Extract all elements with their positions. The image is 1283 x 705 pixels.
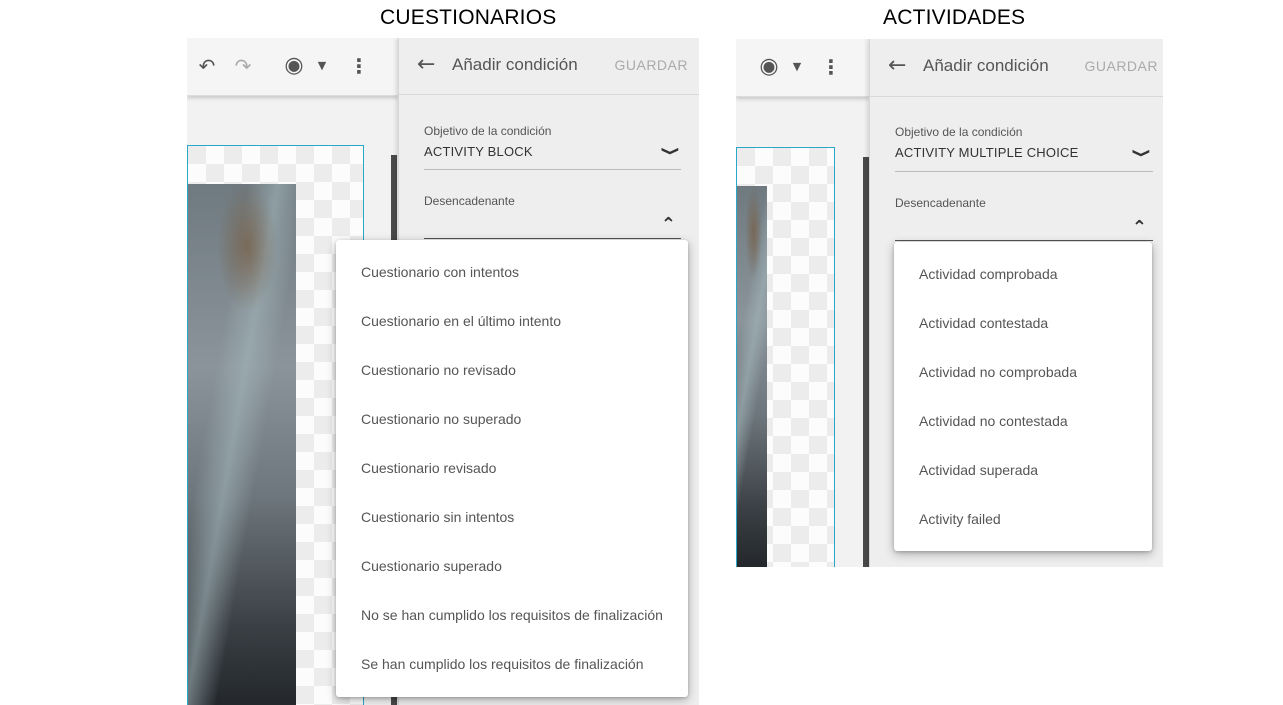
dropdown-option[interactable]: Actividad contestada — [919, 315, 1048, 331]
eye-icon[interactable]: ◉ — [756, 53, 782, 81]
section-heading-cuestionarios: CUESTIONARIOS — [380, 6, 557, 29]
dropdown-option[interactable]: Actividad no comprobada — [919, 364, 1077, 380]
undo-icon[interactable]: ↶ — [195, 52, 219, 80]
target-field-label: Objetivo de la condición — [895, 125, 1023, 139]
eye-icon[interactable]: ◉ — [281, 52, 307, 80]
dropdown-option[interactable]: Cuestionario revisado — [361, 460, 496, 476]
chevron-down-icon[interactable]: ▼ — [315, 52, 329, 80]
chevron-up-icon[interactable]: ⌃ — [1132, 217, 1147, 238]
slide-photo — [188, 184, 296, 705]
dropdown-option[interactable]: Cuestionario no revisado — [361, 362, 516, 378]
trigger-field-label: Desencadenante — [895, 196, 986, 210]
chevron-up-icon[interactable]: ⌃ — [661, 214, 676, 235]
dropdown-option[interactable]: Actividad comprobada — [919, 266, 1058, 282]
dropdown-option[interactable]: No se han cumplido los requisitos de fin… — [361, 607, 663, 623]
side-panel-header: ← Añadir condición GUARDAR — [870, 39, 1163, 97]
arrow-back-icon[interactable]: ← — [888, 53, 906, 78]
dropdown-option[interactable]: Cuestionario superado — [361, 558, 502, 574]
trigger-field-underline[interactable] — [895, 240, 1153, 241]
chevron-down-icon[interactable]: ▼ — [790, 53, 804, 81]
side-panel-header: ← Añadir condición GUARDAR — [399, 38, 699, 95]
side-panel-title: Añadir condición — [923, 56, 1049, 75]
redo-icon[interactable]: ↷ — [231, 52, 255, 80]
dropdown-option[interactable]: Actividad superada — [919, 462, 1038, 478]
dropdown-option[interactable]: Cuestionario con intentos — [361, 264, 519, 280]
side-panel-title: Añadir condición — [452, 55, 578, 74]
dropdown-option[interactable]: Cuestionario sin intentos — [361, 509, 514, 525]
target-field-underline — [895, 171, 1153, 172]
save-button[interactable]: GUARDAR — [614, 57, 688, 73]
dropdown-option[interactable]: Cuestionario no superado — [361, 411, 521, 427]
target-field-label: Objetivo de la condición — [424, 124, 552, 138]
editor-toolbar: ↶ ↷ ◉ ▼ ⋮ — [187, 38, 398, 96]
save-button[interactable]: GUARDAR — [1084, 58, 1158, 74]
target-select-value[interactable]: ACTIVITY MULTIPLE CHOICE — [895, 145, 1078, 160]
trigger-dropdown-activity: Actividad comprobada Actividad contestad… — [894, 242, 1152, 551]
more-vert-icon[interactable]: ⋮ — [349, 52, 369, 80]
dropdown-option[interactable]: Cuestionario en el último intento — [361, 313, 561, 329]
target-field-underline — [424, 169, 681, 170]
editor-toolbar: ◉ ▼ ⋮ — [736, 39, 869, 97]
dropdown-option[interactable]: Activity failed — [919, 511, 1001, 527]
slide-frame[interactable] — [736, 147, 835, 567]
dropdown-option[interactable]: Actividad no contestada — [919, 413, 1068, 429]
arrow-back-icon[interactable]: ← — [417, 52, 435, 77]
more-vert-icon[interactable]: ⋮ — [821, 53, 841, 81]
slide-photo — [737, 186, 767, 567]
target-select-value[interactable]: ACTIVITY BLOCK — [424, 144, 533, 159]
chevron-down-icon[interactable]: ❯ — [661, 146, 681, 156]
chevron-down-icon[interactable]: ❯ — [1132, 148, 1152, 158]
trigger-dropdown-quiz: Cuestionario con intentos Cuestionario e… — [336, 240, 688, 697]
trigger-field-label: Desencadenante — [424, 194, 515, 208]
section-heading-actividades: ACTIVIDADES — [883, 6, 1026, 29]
trigger-field-underline[interactable] — [424, 238, 681, 239]
dropdown-option[interactable]: Se han cumplido los requisitos de finali… — [361, 656, 644, 672]
